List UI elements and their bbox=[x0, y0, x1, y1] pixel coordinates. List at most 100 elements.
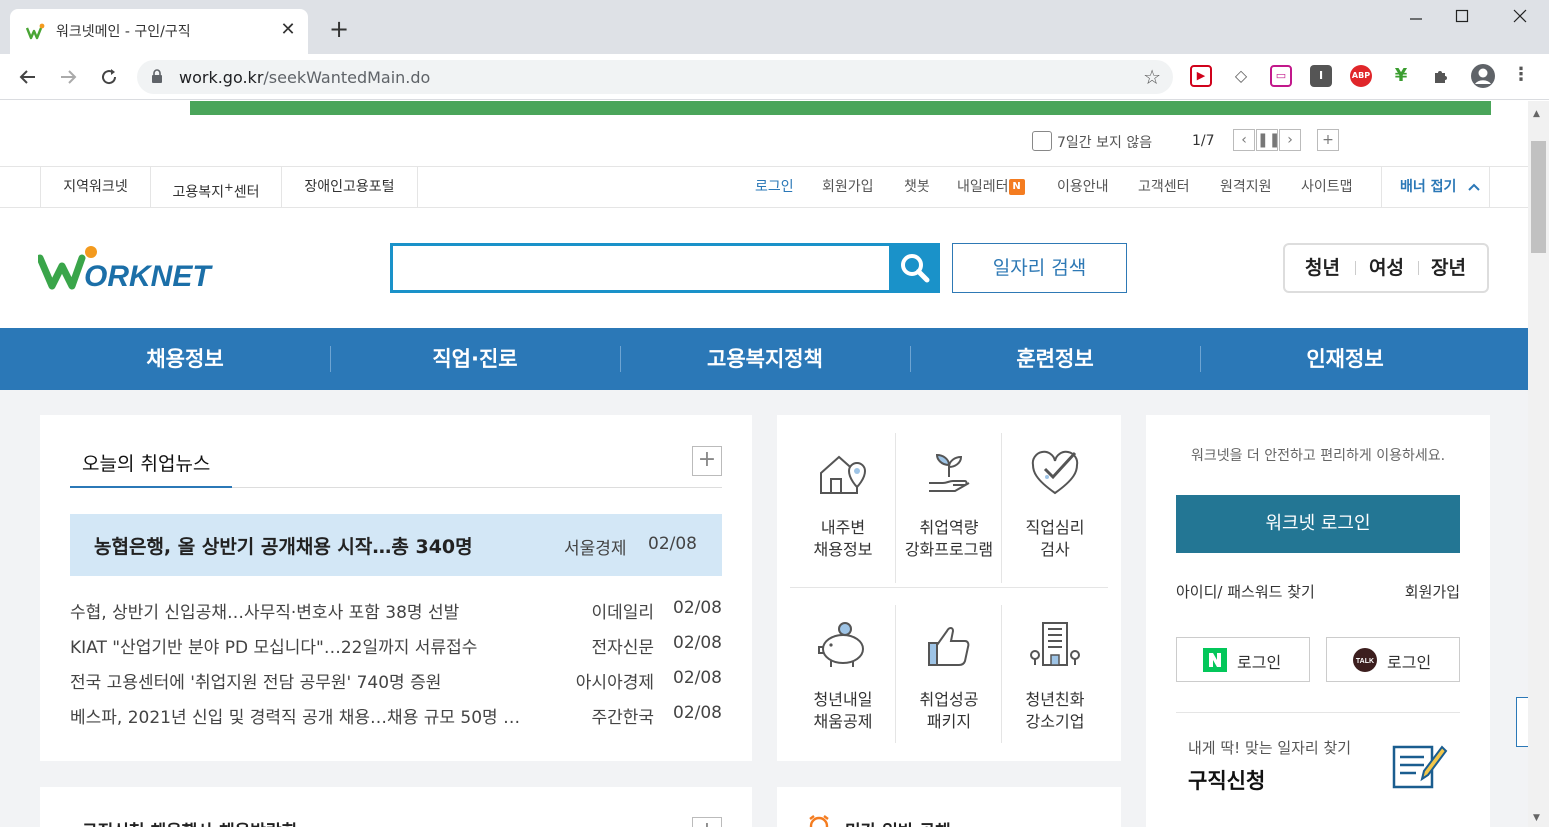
util-newsletter[interactable]: 내일레터 N bbox=[957, 167, 1025, 208]
news-item[interactable]: 베스파, 2021년 신입 및 경력직 공개 채용…채용 규모 50명 … 주간한… bbox=[70, 703, 722, 733]
services-panel: 내주변 채용정보 취업역량 강화프로그램 직업심리 검사 청년내일 채움공제 취… bbox=[777, 415, 1121, 761]
nav-recruitment[interactable]: 채용정보 bbox=[40, 328, 330, 390]
tag-ext-icon[interactable]: ◇ bbox=[1230, 65, 1252, 87]
news-headline[interactable]: 농협은행, 올 상반기 공개채용 시작…총 340명 서울경제 02/08 bbox=[70, 514, 722, 576]
worknet-logo[interactable]: ORKNET bbox=[38, 242, 234, 294]
scroll-up-icon[interactable]: ▲ bbox=[1533, 109, 1540, 119]
page-scrollbar[interactable]: ▲ ▼ bbox=[1528, 101, 1549, 827]
nav-welfare-policy[interactable]: 고용복지정책 bbox=[620, 328, 910, 390]
job-apply-title[interactable]: 구직신청 bbox=[1188, 765, 1265, 795]
thumbs-up-icon bbox=[928, 627, 970, 666]
util-login[interactable]: 로그인 bbox=[755, 167, 794, 208]
back-icon[interactable] bbox=[15, 64, 41, 90]
lock-icon bbox=[152, 69, 162, 83]
forward-icon[interactable] bbox=[55, 64, 81, 90]
heart-check-icon bbox=[1031, 450, 1079, 495]
puzzle-icon[interactable] bbox=[1430, 65, 1452, 87]
util-guide[interactable]: 이용안내 bbox=[1057, 167, 1109, 208]
video-ext-icon[interactable]: ▶ bbox=[1190, 65, 1212, 87]
util-link-welfare-center[interactable]: 고용복지+센터 bbox=[150, 167, 281, 208]
news-item[interactable]: 전국 고용센터에 '취업지원 전담 공무원' 740명 증원 아시아경제 02/08 bbox=[70, 668, 722, 698]
banner-prev-icon[interactable]: ‹ bbox=[1233, 129, 1255, 151]
find-id-password-link[interactable]: 아이디/ 패스워드 찾기 bbox=[1176, 581, 1315, 602]
util-join[interactable]: 회원가입 bbox=[822, 167, 874, 208]
scroll-down-icon[interactable]: ▼ bbox=[1533, 813, 1540, 823]
search-icon bbox=[901, 254, 930, 283]
tab-youth[interactable]: 청년 bbox=[1305, 245, 1340, 291]
hide-7days-checkbox[interactable] bbox=[1032, 131, 1052, 151]
side-quick-tab[interactable] bbox=[1516, 697, 1528, 747]
banner-expand-icon[interactable]: + bbox=[1317, 129, 1339, 151]
util-link-disabled-portal[interactable]: 장애인고용포털 bbox=[281, 167, 418, 208]
reload-icon[interactable] bbox=[96, 64, 122, 90]
util-remote-support[interactable]: 원격지원 bbox=[1220, 167, 1272, 208]
worknet-login-button[interactable]: 워크넷 로그인 bbox=[1176, 495, 1460, 553]
job-search-button[interactable]: 일자리 검색 bbox=[952, 243, 1127, 293]
screen-ext-icon[interactable]: ▭ bbox=[1270, 65, 1292, 87]
search-input[interactable] bbox=[390, 243, 892, 293]
svg-text:TALK: TALK bbox=[1356, 658, 1374, 665]
feather-ext-icon[interactable]: ¥ bbox=[1390, 65, 1412, 87]
util-customer-center[interactable]: 고객센터 bbox=[1138, 167, 1190, 208]
worknet-favicon-icon bbox=[26, 23, 45, 40]
banner-fold-button[interactable]: 배너 접기 bbox=[1381, 167, 1490, 208]
news-panel-title[interactable]: 오늘의 취업뉴스 bbox=[82, 449, 210, 476]
banner-image[interactable] bbox=[190, 101, 1491, 115]
nav-training[interactable]: 훈련정보 bbox=[910, 328, 1200, 390]
login-panel: 워크넷을 더 안전하고 편리하게 이용하세요. 워크넷 로그인 아이디/ 패스워… bbox=[1146, 415, 1490, 827]
login-notice: 워크넷을 더 안전하고 편리하게 이용하세요. bbox=[1190, 448, 1446, 464]
kakao-talk-icon: TALK bbox=[1353, 648, 1377, 672]
headline-date: 02/08 bbox=[648, 534, 697, 554]
service-success-package[interactable]: 취업성공 패키지 bbox=[896, 605, 1002, 755]
headline-title: 농협은행, 올 상반기 공개채용 시작…총 340명 bbox=[94, 536, 473, 558]
tab-close-icon[interactable]: ✕ bbox=[278, 19, 298, 41]
naver-login-button[interactable]: 로그인 bbox=[1176, 637, 1310, 682]
lower-mid-title[interactable]: 민간 일반 공채 bbox=[845, 817, 951, 827]
join-link[interactable]: 회원가입 bbox=[1405, 581, 1460, 602]
adblock-icon[interactable]: ABP bbox=[1350, 65, 1372, 87]
util-chatbot[interactable]: 챗봇 bbox=[904, 167, 930, 208]
profile-icon[interactable] bbox=[1470, 63, 1496, 89]
util-link-local-worknet[interactable]: 지역워크넷 bbox=[40, 167, 150, 208]
bookmark-star-icon[interactable]: ☆ bbox=[1143, 65, 1161, 89]
browser-tab[interactable]: 워크넷메인 - 구인/구직 ✕ bbox=[10, 9, 308, 54]
tab-seniors[interactable]: 장년 bbox=[1431, 245, 1466, 291]
lower-left-tabs[interactable]: 구직신청 채용행사 채용박람회 bbox=[82, 817, 297, 827]
tab-women[interactable]: 여성 bbox=[1369, 245, 1404, 291]
search-button[interactable] bbox=[890, 243, 940, 293]
main-navigation: 채용정보 직업·진로 고용복지정책 훈련정보 인재정보 bbox=[0, 328, 1528, 390]
building-icon bbox=[1030, 622, 1080, 666]
minimize-icon[interactable] bbox=[1396, 8, 1436, 32]
scroll-thumb[interactable] bbox=[1531, 141, 1546, 253]
banner-pause-icon[interactable]: ❚❚ bbox=[1256, 129, 1280, 151]
kakao-login-button[interactable]: TALK 로그인 bbox=[1326, 637, 1460, 682]
window-close-icon[interactable] bbox=[1500, 8, 1540, 32]
nav-career[interactable]: 직업·진로 bbox=[330, 328, 620, 390]
alarm-icon bbox=[809, 815, 829, 827]
divider bbox=[790, 587, 1108, 588]
maximize-icon[interactable] bbox=[1442, 8, 1482, 32]
service-youth-savings[interactable]: 청년내일 채움공제 bbox=[790, 605, 896, 755]
lower-more-button[interactable]: + bbox=[692, 817, 722, 827]
reader-ext-icon[interactable]: I bbox=[1310, 65, 1332, 87]
address-bar[interactable]: work.go.kr/seekWantedMain.do ☆ bbox=[137, 60, 1173, 94]
util-sitemap[interactable]: 사이트맵 bbox=[1301, 167, 1353, 208]
news-item[interactable]: KIAT "산업기반 분야 PD 모십니다"…22일까지 서류접수 전자신문 02/… bbox=[70, 633, 722, 663]
service-employability-program[interactable]: 취업역량 강화프로그램 bbox=[896, 433, 1002, 583]
news-item[interactable]: 수협, 상반기 신입공채…사무직·변호사 포함 38명 선발 이데일리 02/08 bbox=[70, 598, 722, 628]
banner-next-icon[interactable]: › bbox=[1279, 129, 1301, 151]
application-form-icon[interactable] bbox=[1390, 739, 1450, 791]
service-aptitude-test[interactable]: 직업심리 검사 bbox=[1002, 433, 1108, 583]
service-youth-friendly-companies[interactable]: 청년친화 강소기업 bbox=[1002, 605, 1108, 755]
piggy-bank-icon bbox=[818, 622, 864, 667]
service-nearby-jobs[interactable]: 내주변 채용정보 bbox=[790, 433, 896, 583]
hide-7days-label[interactable]: 7일간 보지 않음 bbox=[1057, 132, 1152, 152]
new-tab-icon[interactable]: + bbox=[326, 17, 352, 41]
nav-talent[interactable]: 인재정보 bbox=[1200, 328, 1490, 390]
naver-icon bbox=[1203, 648, 1227, 672]
site-header: ORKNET 일자리 검색 청년 여성 장년 bbox=[0, 208, 1528, 328]
house-location-icon bbox=[820, 455, 867, 494]
news-more-button[interactable]: + bbox=[692, 446, 722, 476]
menu-kebab-icon[interactable]: ⋮ bbox=[1510, 65, 1532, 87]
sprout-hand-icon bbox=[929, 453, 970, 492]
